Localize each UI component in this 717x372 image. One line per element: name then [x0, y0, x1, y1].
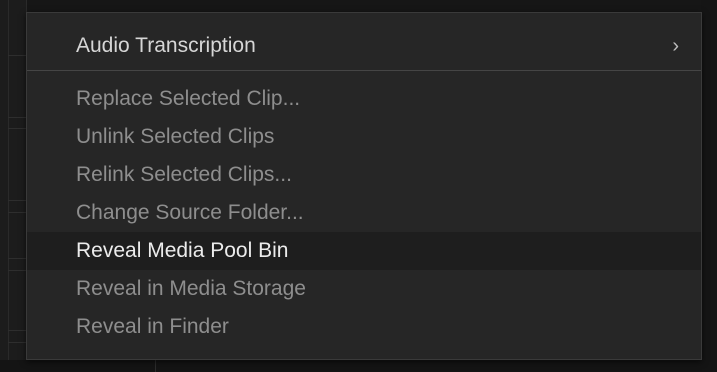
panel-divider: [8, 200, 26, 201]
menu-item-reveal-in-media-storage[interactable]: Reveal in Media Storage: [27, 270, 701, 308]
menu-item-label: Change Source Folder...: [76, 201, 304, 224]
menu-item-label: Reveal Media Pool Bin: [76, 239, 289, 262]
menu-item-audio-transcription[interactable]: Audio Transcription ›: [27, 27, 701, 65]
panel-divider: [8, 212, 26, 213]
panel-divider: [8, 330, 26, 331]
menu-item-unlink-selected-clips[interactable]: Unlink Selected Clips: [27, 118, 701, 156]
left-panel-edge: [0, 0, 27, 372]
menu-item-relink-selected-clips[interactable]: Relink Selected Clips...: [27, 156, 701, 194]
menu-item-reveal-media-pool-bin[interactable]: Reveal Media Pool Bin: [27, 232, 701, 270]
menu-item-label: Reveal in Media Storage: [76, 277, 306, 300]
menu-item-label: Unlink Selected Clips: [76, 125, 275, 148]
panel-divider: [8, 258, 26, 259]
panel-divider: [8, 128, 26, 129]
menu-item-label: Replace Selected Clip...: [76, 87, 301, 110]
menu-item-label: Audio Transcription: [76, 34, 256, 57]
chevron-right-icon: ›: [672, 35, 679, 57]
menu-item-label: Reveal in Finder: [76, 315, 229, 338]
panel-divider: [8, 270, 26, 271]
menu-separator: [27, 70, 701, 71]
menu-item-replace-selected-clip[interactable]: Replace Selected Clip...: [27, 80, 701, 118]
context-menu: Audio Transcription › Replace Selected C…: [26, 12, 702, 360]
panel-divider: [8, 117, 26, 118]
menu-item-change-source-folder[interactable]: Change Source Folder...: [27, 194, 701, 232]
menu-item-label: Relink Selected Clips...: [76, 163, 292, 186]
panel-divider: [8, 342, 26, 343]
panel-divider: [8, 55, 26, 56]
right-panel-edge: [701, 0, 717, 372]
timeline-tick: [155, 360, 156, 372]
timeline-edge: [0, 360, 717, 372]
menu-item-reveal-in-finder[interactable]: Reveal in Finder: [27, 308, 701, 346]
